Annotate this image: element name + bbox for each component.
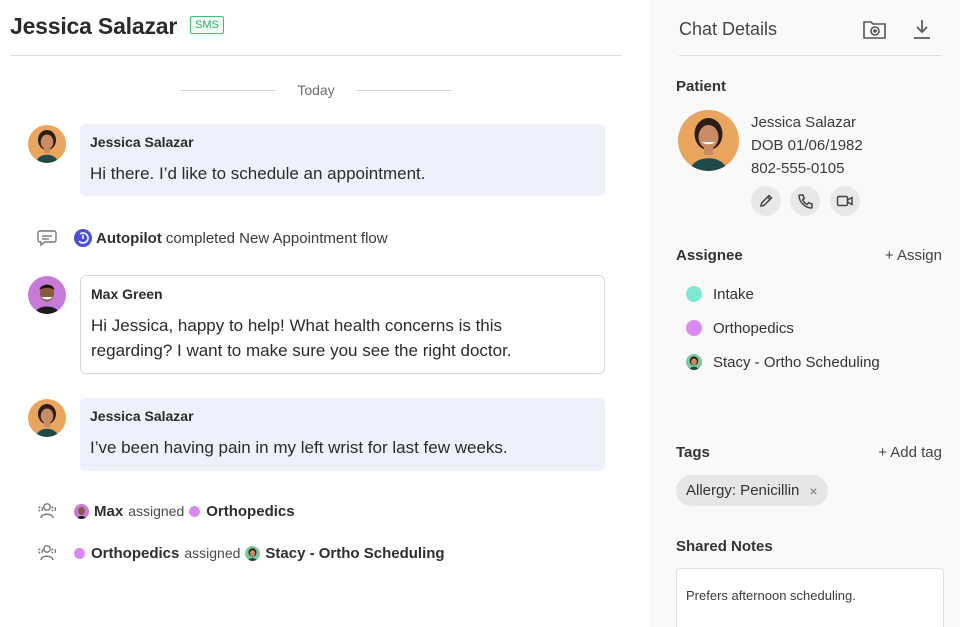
people-icon bbox=[36, 500, 58, 522]
event-target: Stacy - Ortho Scheduling bbox=[265, 544, 445, 562]
chat-details-title: Chat Details bbox=[679, 19, 778, 39]
folder-plus-icon bbox=[863, 21, 886, 39]
message-sender: Max Green bbox=[91, 286, 163, 302]
assignee-item[interactable]: Intake bbox=[686, 283, 754, 305]
message-text: I’ve been having pain in my left wrist f… bbox=[90, 438, 508, 457]
shared-notes-label: Shared Notes bbox=[676, 538, 773, 555]
video-call-button[interactable] bbox=[830, 186, 860, 216]
edit-patient-button[interactable] bbox=[751, 186, 781, 216]
stacy-avatar-icon bbox=[686, 354, 702, 370]
add-to-folder-button[interactable] bbox=[862, 16, 888, 42]
people-icon bbox=[36, 542, 58, 564]
tag-chip[interactable]: Allergy: Penicillin × bbox=[676, 475, 828, 506]
stacy-avatar-icon bbox=[245, 545, 261, 561]
assignee-item[interactable]: Stacy - Ortho Scheduling bbox=[686, 351, 880, 373]
staff-avatar-icon bbox=[28, 276, 66, 314]
orthopedics-dot-icon bbox=[686, 320, 702, 336]
patient-avatar-icon bbox=[28, 125, 66, 163]
patient-avatar-icon bbox=[28, 399, 66, 437]
message-bubble: Jessica Salazar Hi there. I’d like to sc… bbox=[80, 124, 605, 196]
pencil-icon bbox=[760, 194, 773, 207]
event-actor: Max bbox=[94, 502, 124, 520]
shared-notes-field[interactable]: Prefers afternoon scheduling. bbox=[676, 568, 944, 627]
max-avatar-icon bbox=[74, 503, 89, 519]
remove-tag-icon[interactable]: × bbox=[809, 483, 817, 499]
chat-details-header: Chat Details bbox=[679, 0, 941, 56]
tag-label: Allergy: Penicillin bbox=[686, 482, 800, 499]
patient-name: Jessica Salazar bbox=[751, 114, 857, 131]
patient-profile-avatar-icon bbox=[678, 110, 739, 171]
message-bubble: Jessica Salazar I’ve been having pain in… bbox=[80, 398, 605, 471]
add-tag-button[interactable]: + Add tag bbox=[878, 444, 942, 461]
tags-section-label: Tags bbox=[676, 444, 710, 461]
event-actor: Autopilot bbox=[96, 229, 162, 247]
assignee-name: Stacy - Ortho Scheduling bbox=[713, 353, 880, 371]
patient-section-label: Patient bbox=[676, 78, 727, 95]
patient-phone: 802-555-0105 bbox=[751, 160, 845, 177]
event-verb: assigned bbox=[184, 545, 241, 561]
chat-details-pane: Chat Details Patient Jessica Salazar DOB… bbox=[650, 0, 960, 627]
orthopedics-dot-icon bbox=[74, 547, 85, 559]
patient-dob: DOB 01/06/1982 bbox=[751, 137, 863, 154]
event-actor: Orthopedics bbox=[91, 544, 180, 562]
conversation-title: Jessica Salazar bbox=[10, 13, 178, 39]
divider-line-right bbox=[356, 90, 452, 91]
assignment-event-row: Orthopedics assigned Stacy - Ortho Sched… bbox=[36, 541, 445, 565]
message-text: Hi there. I’d like to schedule an appoin… bbox=[90, 164, 426, 183]
assignee-name: Intake bbox=[713, 285, 754, 303]
event-target: Orthopedics bbox=[206, 502, 295, 520]
conversation-pane: Jessica Salazar SMS Today Jessica Salaza… bbox=[0, 0, 650, 627]
video-camera-icon bbox=[836, 195, 853, 207]
message-text: Hi Jessica, happy to help! What health c… bbox=[91, 316, 512, 360]
assign-button[interactable]: + Assign bbox=[885, 247, 942, 264]
autopilot-icon bbox=[74, 229, 92, 247]
conversation-header: Jessica Salazar SMS bbox=[10, 10, 622, 56]
chat-bubble-icon bbox=[36, 227, 58, 249]
message-sender: Jessica Salazar bbox=[90, 408, 194, 424]
event-verb: assigned bbox=[128, 503, 185, 519]
event-text: completed New Appointment flow bbox=[165, 229, 388, 247]
patient-info: Jessica Salazar DOB 01/06/1982 802-555-0… bbox=[751, 111, 863, 180]
assignee-name: Orthopedics bbox=[713, 319, 794, 337]
assignment-event-row: Max assigned Orthopedics bbox=[36, 499, 295, 523]
download-button[interactable] bbox=[909, 16, 935, 42]
autopilot-event-row: Autopilot completed New Appointment flow bbox=[36, 226, 388, 250]
date-divider: Today bbox=[180, 81, 452, 101]
intake-dot-icon bbox=[686, 286, 702, 302]
assignee-item[interactable]: Orthopedics bbox=[686, 317, 794, 339]
orthopedics-dot-icon bbox=[189, 505, 201, 517]
phone-icon bbox=[797, 193, 813, 209]
shared-notes-text: Prefers afternoon scheduling. bbox=[686, 588, 856, 603]
message-sender: Jessica Salazar bbox=[90, 134, 194, 150]
message-bubble: Max Green Hi Jessica, happy to help! Wha… bbox=[80, 275, 605, 374]
download-icon bbox=[914, 20, 930, 39]
sms-channel-badge: SMS bbox=[190, 16, 224, 34]
call-patient-button[interactable] bbox=[790, 186, 820, 216]
assignee-section-label: Assignee bbox=[676, 247, 743, 264]
